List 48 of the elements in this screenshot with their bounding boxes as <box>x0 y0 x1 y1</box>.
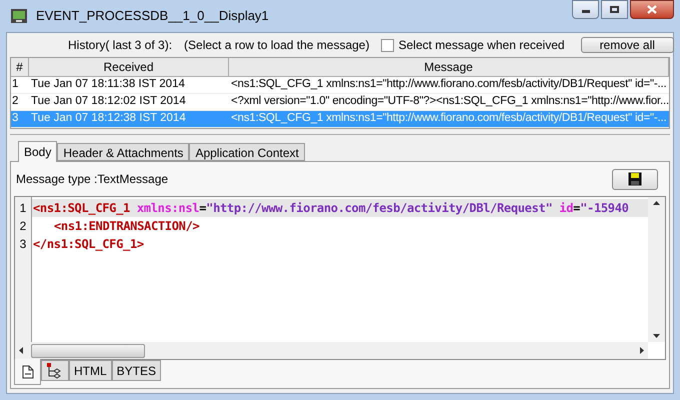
column-header[interactable]: Message <box>229 58 669 76</box>
table-cell: 3 <box>12 112 18 124</box>
view-tab[interactable]: HTML <box>69 360 112 381</box>
checkbox-label: Select message when received <box>398 37 565 54</box>
table-cell: Tue Jan 07 18:12:38 IST 2014 <box>31 112 186 124</box>
icon-tab[interactable] <box>41 360 69 381</box>
document-icon <box>22 364 34 378</box>
close-icon <box>647 5 657 14</box>
scrollbar-thumb[interactable] <box>31 344 145 358</box>
view-tab[interactable]: BYTES <box>112 360 162 381</box>
table-cell: 2 <box>12 95 18 108</box>
table-row[interactable]: 1 Tue Jan 07 18:11:38 IST 2014 <ns1:SQL_CFG_1 xmlns:ns1="http://www.fiorano.com/fesb/activity/DB1/Request" id="-... <box>11 77 669 94</box>
line-number: 3 <box>18 236 28 253</box>
scroll-up-icon[interactable] <box>653 201 660 205</box>
table-cell: Tue Jan 07 18:11:38 IST 2014 <box>31 78 185 90</box>
maximize-button[interactable] <box>601 0 628 19</box>
history-label: History( last 3 of 3): <box>68 37 172 54</box>
icon-tab[interactable] <box>14 359 41 385</box>
table-cell: 1 <box>12 78 18 90</box>
minimize-icon <box>582 10 590 13</box>
close-button[interactable] <box>630 0 674 19</box>
tab[interactable]: Body <box>18 141 58 162</box>
monitor-icon <box>10 8 28 24</box>
history-hint: (Select a row to load the message) <box>184 37 370 54</box>
line-number: 1 <box>18 200 28 217</box>
table-cell: Tue Jan 07 18:12:02 IST 2014 <box>31 95 186 108</box>
message-type-label: Message type :TextMessage <box>16 171 168 188</box>
code-line: <ns1:ENDTRANSACTION/> <box>53 218 200 235</box>
checkbox[interactable] <box>381 38 394 52</box>
window-title: EVENT_PROCESSDB__1_0__Display1 <box>36 7 270 26</box>
table-cell: <?xml version="1.0" encoding="UTF-8"?><ns1:SQL_CFG_1 xmlns:ns1="http://www.fior... <box>231 95 669 108</box>
save-button[interactable] <box>612 168 658 190</box>
scroll-down-icon[interactable] <box>653 334 660 338</box>
column-header[interactable]: # <box>11 58 29 76</box>
maximize-icon <box>610 6 619 13</box>
line-number: 2 <box>18 218 28 235</box>
table-cell: <ns1:SQL_CFG_1 xmlns:ns1="http://www.fiorano.com/fesb/activity/DB1/Request" id="-... <box>231 112 667 124</box>
remove-all-button[interactable]: remove all <box>580 37 674 53</box>
minimize-button[interactable] <box>572 0 599 19</box>
column-header[interactable]: Received <box>29 58 229 76</box>
scroll-left-icon[interactable] <box>19 347 23 354</box>
tab[interactable]: Header & Attachments <box>57 143 190 161</box>
horizontal-scrollbar[interactable] <box>15 342 648 359</box>
tab[interactable]: Application Context <box>189 143 305 161</box>
code-line: </ns1:SQL_CFG_1> <box>32 236 145 253</box>
scroll-right-icon[interactable] <box>640 347 644 354</box>
vertical-scrollbar[interactable] <box>648 197 665 342</box>
table-cell: <ns1:SQL_CFG_1 xmlns:ns1="http://www.fiorano.com/fesb/activity/DB1/Request" id="-... <box>231 78 667 90</box>
